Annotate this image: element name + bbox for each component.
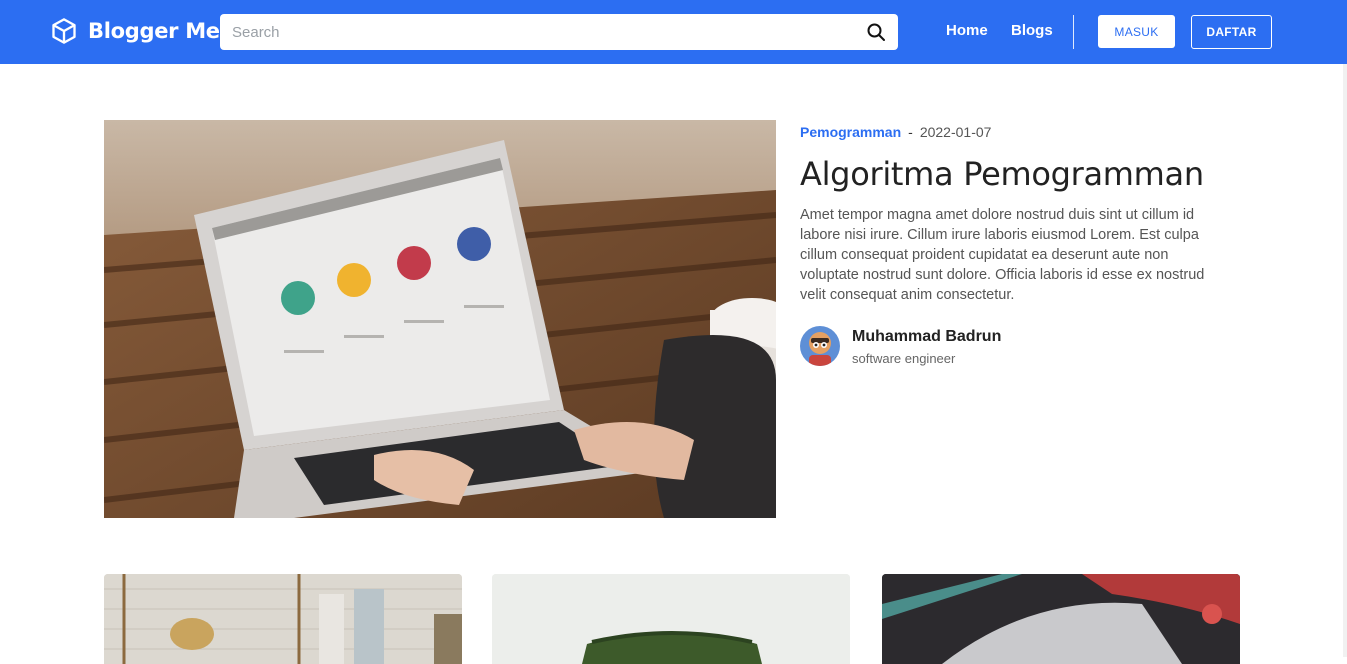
featured-post-title[interactable]: Algoritma Pemogramman bbox=[800, 155, 1204, 193]
cube-icon bbox=[50, 17, 78, 45]
post-date: 2022-01-07 bbox=[919, 124, 992, 140]
register-button[interactable]: DAFTAR bbox=[1191, 15, 1272, 49]
post-card-image[interactable] bbox=[104, 574, 462, 664]
featured-post-meta: Pemogramman -2022-01-07 bbox=[800, 124, 991, 140]
login-button[interactable]: MASUK bbox=[1098, 15, 1175, 48]
search-icon[interactable] bbox=[866, 22, 886, 42]
featured-post-image[interactable] bbox=[104, 120, 776, 518]
author-name[interactable]: Muhammad Badrun bbox=[852, 328, 1001, 346]
nav-divider bbox=[1073, 15, 1074, 49]
author-info: Muhammad Badrun software engineer bbox=[852, 326, 1001, 366]
nav-link-blogs[interactable]: Blogs bbox=[1011, 22, 1053, 39]
meta-separator: - bbox=[908, 124, 913, 140]
author-block: Muhammad Badrun software engineer bbox=[800, 326, 1001, 366]
featured-post-excerpt: Amet tempor magna amet dolore nostrud du… bbox=[800, 207, 1205, 303]
nav-link-home[interactable]: Home bbox=[946, 22, 988, 39]
search-input[interactable] bbox=[220, 14, 860, 50]
post-card-image[interactable] bbox=[492, 574, 850, 664]
category-link[interactable]: Pemogramman bbox=[800, 124, 901, 140]
top-navbar: Blogger Me Home Blogs MASUK DAFTAR bbox=[0, 0, 1347, 64]
post-card-image[interactable] bbox=[882, 574, 1240, 664]
page-scrollbar[interactable] bbox=[1343, 64, 1347, 657]
brand-logo-link[interactable]: Blogger Me bbox=[50, 17, 220, 45]
brand-name: Blogger Me bbox=[88, 19, 220, 43]
avatar[interactable] bbox=[800, 326, 840, 366]
search-box bbox=[220, 14, 898, 50]
author-role: software engineer bbox=[852, 351, 956, 366]
